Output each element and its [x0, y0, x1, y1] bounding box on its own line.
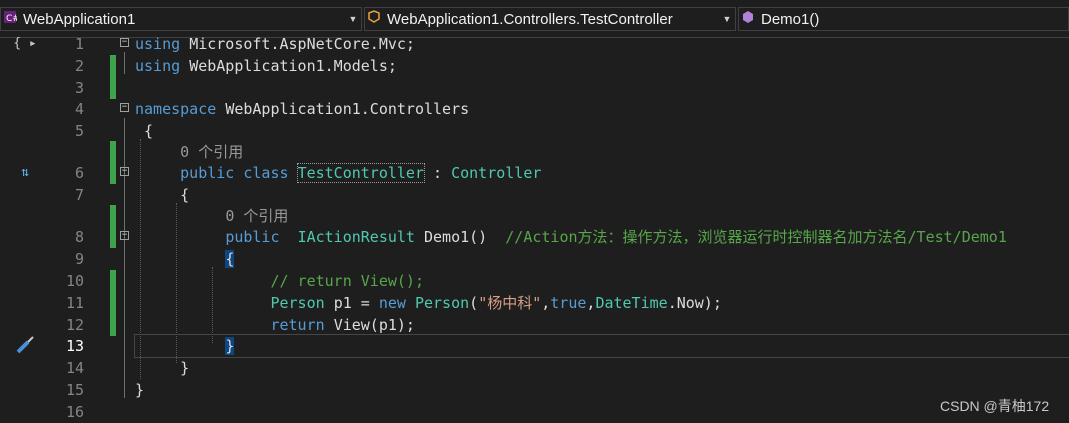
change-indicator — [110, 77, 116, 99]
code-line-1[interactable]: { ▸ 1 − using Microsoft.AspNetCore.Mvc; — [0, 33, 1069, 55]
line-number: 12 — [65, 316, 84, 334]
code-text: { — [180, 186, 190, 204]
change-indicator — [110, 292, 116, 314]
code-line-13[interactable]: 13 } — [0, 334, 1069, 358]
code-text: } — [134, 334, 1069, 358]
code-line-10[interactable]: 10 // return View(); — [0, 270, 1069, 292]
code-line-8[interactable]: 8 − public IActionResult Demo1() //Actio… — [0, 226, 1069, 248]
code-line-5[interactable]: 5 { — [0, 120, 1069, 142]
collapse-toggle[interactable]: − — [120, 231, 129, 240]
line-number: 3 — [74, 79, 84, 97]
code-line-9[interactable]: 9 { — [0, 248, 1069, 270]
code-line-3[interactable]: 3 — [0, 77, 1069, 99]
change-indicator — [110, 314, 116, 336]
line-number: 9 — [74, 250, 84, 268]
class-dropdown[interactable]: WebApplication1.Controllers.TestControll… — [364, 7, 736, 31]
codelens-row: 0 个引用 — [0, 141, 1069, 163]
code-text: Person p1 = new Person("杨中科",true,DateTi… — [270, 294, 722, 312]
line-number: 11 — [65, 294, 84, 312]
member-label: Demo1() — [761, 10, 820, 28]
code-text: { — [225, 250, 235, 268]
code-line-14[interactable]: 14 } — [0, 357, 1069, 379]
code-line-16[interactable]: 16 — [0, 401, 1069, 423]
code-line-4[interactable]: 4 − namespace WebApplication1.Controller… — [0, 98, 1069, 120]
codelens-row: 0 个引用 — [0, 205, 1069, 227]
code-text: using WebApplication1.Models; — [135, 57, 397, 75]
code-text: { — [144, 122, 154, 140]
code-line-7[interactable]: 7 { — [0, 184, 1069, 206]
change-indicator — [110, 55, 116, 77]
change-indicator — [110, 226, 116, 248]
code-editor[interactable]: { ▸ 1 − using Microsoft.AspNetCore.Mvc; … — [0, 35, 1069, 423]
class-icon — [365, 9, 383, 29]
line-number: 10 — [65, 272, 84, 290]
line-number: 1 — [74, 35, 84, 53]
line-number: 6 — [74, 164, 84, 182]
code-text: using Microsoft.AspNetCore.Mvc; — [135, 35, 415, 53]
line-number: 5 — [74, 122, 84, 140]
quick-action-screwdriver-icon[interactable] — [12, 335, 38, 357]
code-text: // return View(); — [270, 272, 424, 290]
watermark: CSDN @青柚172 — [940, 398, 1050, 414]
csharp-project-icon: C# — [1, 10, 20, 28]
collapse-toggle[interactable]: − — [120, 103, 129, 112]
codelens-references[interactable]: 0 个引用 — [225, 207, 288, 225]
line-number: 8 — [74, 228, 84, 246]
member-dropdown[interactable]: Demo1() — [738, 7, 1069, 31]
code-text: namespace WebApplication1.Controllers — [135, 100, 470, 118]
code-text: return View(p1); — [270, 316, 415, 334]
line-number: 15 — [65, 381, 84, 399]
code-text: public IActionResult Demo1() //Action方法：… — [225, 228, 1007, 246]
class-label: WebApplication1.Controllers.TestControll… — [387, 10, 673, 28]
line-number: 7 — [74, 186, 84, 204]
change-indicator — [110, 162, 116, 184]
chevron-down-icon[interactable]: ▼ — [719, 14, 735, 24]
code-text: public class TestController : Controller — [180, 163, 542, 183]
line-number: 2 — [74, 57, 84, 75]
code-text: } — [135, 381, 145, 399]
inheritance-margin-icon[interactable]: ⇅ — [12, 162, 38, 184]
chevron-down-icon[interactable]: ▼ — [345, 14, 361, 24]
line-number: 16 — [65, 403, 84, 421]
codelens-references[interactable]: 0 个引用 — [180, 143, 243, 161]
project-dropdown[interactable]: C# WebApplication1 ▼ — [0, 7, 362, 31]
code-line-15[interactable]: 15 } — [0, 379, 1069, 401]
code-line-6[interactable]: ⇅ 6 − public class TestController : Cont… — [0, 162, 1069, 184]
code-line-2[interactable]: 2 using WebApplication1.Models; — [0, 55, 1069, 77]
collapse-toggle[interactable]: − — [120, 167, 129, 176]
change-indicator — [110, 270, 116, 292]
method-icon — [739, 9, 757, 29]
code-text: } — [180, 359, 190, 377]
line-number: 4 — [74, 100, 84, 118]
project-label: WebApplication1 — [23, 10, 136, 28]
svg-text:C#: C# — [6, 14, 17, 24]
code-line-12[interactable]: 12 return View(p1); — [0, 314, 1069, 336]
snippet-icon[interactable]: { ▸ — [12, 33, 38, 55]
collapse-toggle[interactable]: − — [120, 38, 129, 47]
line-number: 14 — [65, 359, 84, 377]
line-number: 13 — [65, 337, 84, 355]
change-indicator — [110, 141, 116, 163]
code-line-11[interactable]: 11 Person p1 = new Person("杨中科",true,Dat… — [0, 292, 1069, 314]
change-indicator — [110, 205, 116, 227]
